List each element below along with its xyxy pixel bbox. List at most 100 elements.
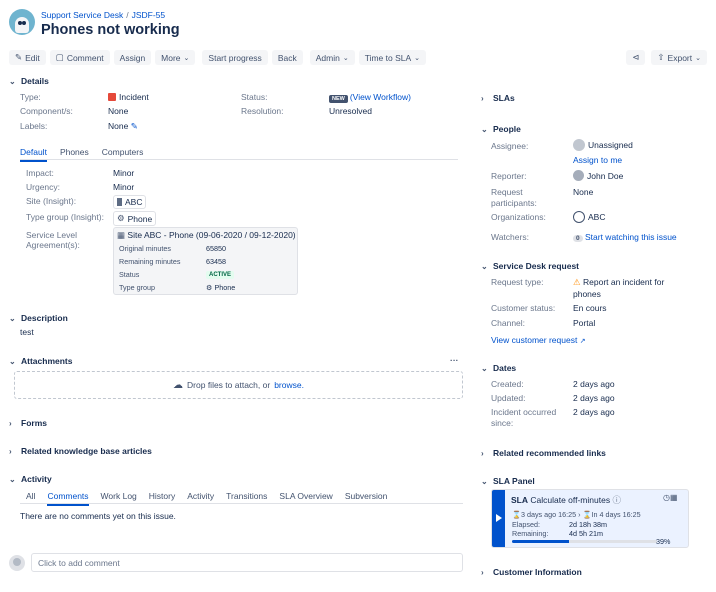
chevron-right-icon: › bbox=[9, 446, 12, 456]
start-watching-link[interactable]: Start watching this issue bbox=[585, 232, 677, 242]
description-text[interactable]: test bbox=[20, 327, 34, 337]
dates-section-header[interactable]: ⌄ Dates bbox=[481, 363, 516, 373]
kb-heading: Related knowledge base articles bbox=[21, 446, 152, 456]
admin-label: Admin bbox=[315, 52, 340, 63]
chevron-down-icon: ⌄ bbox=[414, 54, 421, 62]
site-value[interactable]: ABC bbox=[113, 195, 147, 209]
incident-icon bbox=[108, 93, 116, 101]
updated-value: 2 days ago bbox=[573, 393, 615, 403]
sla-agreements-label-2: Agreement(s): bbox=[26, 240, 80, 250]
browse-link[interactable]: browse. bbox=[274, 380, 304, 390]
people-section-header[interactable]: ⌄ People bbox=[481, 124, 521, 134]
people-heading: People bbox=[493, 124, 521, 134]
channel-label: Channel: bbox=[491, 318, 526, 328]
organizations-value[interactable]: ABC bbox=[573, 211, 605, 223]
labels-label: Labels: bbox=[20, 121, 48, 131]
chevron-down-icon: ⌄ bbox=[481, 124, 488, 134]
avatar-monster-body bbox=[15, 17, 29, 33]
attachments-more-button[interactable]: ··· bbox=[450, 355, 459, 365]
assign-button[interactable]: Assign bbox=[113, 50, 152, 65]
participants-label-1: Request bbox=[491, 187, 523, 197]
pencil-icon[interactable]: ✎ bbox=[131, 121, 138, 131]
time-to-sla-button[interactable]: Time to SLA ⌄ bbox=[358, 50, 427, 65]
breadcrumb-issue-link[interactable]: JSDF-55 bbox=[132, 10, 166, 20]
sla-panel-timeline: ⌛3 days ago 16:25 › ⌛In 4 days 16:25 bbox=[512, 510, 641, 519]
sla-panel-sla-label: SLA bbox=[511, 495, 528, 505]
recommended-links-section-header[interactable]: › Related recommended links bbox=[481, 448, 606, 458]
sla-panel-title: SLA Calculate off-minutes ⓘ bbox=[511, 494, 621, 506]
view-customer-request-text: View customer request bbox=[491, 335, 578, 345]
description-section-header[interactable]: ⌄ Description bbox=[9, 313, 68, 323]
request-type-line-2: phones bbox=[573, 289, 601, 299]
components-label: Component/s: bbox=[20, 106, 73, 116]
type-group-value[interactable]: ⚙ Phone bbox=[113, 211, 157, 226]
type-group-label: Type group (Insight): bbox=[26, 212, 104, 222]
warning-icon: ⚠ bbox=[573, 277, 581, 287]
share-button[interactable]: ⊲ bbox=[626, 50, 646, 65]
components-value[interactable]: None bbox=[108, 106, 128, 116]
sla-progress-bar bbox=[512, 540, 657, 543]
request-type-value[interactable]: ⚠ Report an incident for bbox=[573, 277, 664, 288]
customer-status-value: En cours bbox=[573, 303, 607, 313]
kb-section-header[interactable]: › Related knowledge base articles bbox=[9, 446, 152, 456]
status-value: NEW (View Workflow) bbox=[329, 92, 411, 103]
add-comment-input[interactable]: Click to add comment bbox=[31, 553, 463, 572]
participants-label-2: participants: bbox=[491, 198, 537, 208]
sla-panel-section-header[interactable]: ⌄ SLA Panel bbox=[481, 476, 535, 486]
assign-to-me-link[interactable]: Assign to me bbox=[573, 155, 622, 165]
edit-button[interactable]: ✎ Edit bbox=[9, 50, 46, 65]
organizations-label: Organizations: bbox=[491, 212, 546, 222]
export-button[interactable]: ⇧ Export ⌄ bbox=[651, 50, 707, 65]
service-desk-section-header[interactable]: ⌄ Service Desk request bbox=[481, 261, 579, 271]
more-label: More bbox=[161, 52, 181, 63]
sla-end-time: In 4 days 16:25 bbox=[591, 510, 641, 519]
site-chip[interactable]: ABC bbox=[113, 195, 147, 209]
back-button[interactable]: Back bbox=[271, 50, 303, 65]
chevron-down-icon: ⌄ bbox=[9, 356, 16, 366]
chevron-down-icon: ⌄ bbox=[481, 261, 488, 271]
sla-type-group-value[interactable]: ⚙ Phone bbox=[206, 283, 235, 292]
type-group-chip[interactable]: ⚙ Phone bbox=[113, 211, 157, 226]
activity-section-header[interactable]: ⌄ Activity bbox=[9, 474, 52, 484]
more-button[interactable]: More ⌄ bbox=[155, 50, 196, 65]
forms-section-header[interactable]: › Forms bbox=[9, 418, 47, 428]
sla-progress-fill bbox=[512, 540, 569, 543]
details-section-header[interactable]: ⌄ Details bbox=[9, 76, 49, 86]
watchers-value: 0 Start watching this issue bbox=[573, 232, 677, 242]
admin-button[interactable]: Admin ⌄ bbox=[309, 50, 355, 65]
play-icon bbox=[496, 514, 502, 522]
chevron-right-icon: › bbox=[481, 448, 484, 458]
activity-heading: Activity bbox=[21, 474, 52, 484]
calendar-icon[interactable]: ▦ bbox=[670, 493, 678, 502]
labels-value[interactable]: None ✎ bbox=[108, 121, 138, 132]
view-customer-request-link[interactable]: View customer request ↗ bbox=[491, 335, 586, 345]
labels-value-text: None bbox=[108, 121, 129, 131]
assignee-value[interactable]: Unassigned bbox=[573, 139, 633, 151]
info-icon[interactable]: ⓘ bbox=[612, 495, 621, 505]
assignee-text: Unassigned bbox=[588, 140, 633, 150]
breadcrumb-project-link[interactable]: Support Service Desk bbox=[41, 10, 123, 20]
customer-info-section-header[interactable]: › Customer Information bbox=[481, 567, 582, 577]
attachments-section-header[interactable]: ⌄ Attachments bbox=[9, 356, 72, 366]
start-progress-label: Start progress bbox=[208, 52, 262, 63]
project-avatar[interactable] bbox=[9, 9, 35, 35]
reporter-value[interactable]: John Doe bbox=[573, 170, 623, 181]
impact-value: Minor bbox=[113, 168, 135, 178]
gear-icon: ⚙ bbox=[117, 213, 125, 223]
view-workflow-link[interactable]: (View Workflow) bbox=[350, 92, 411, 102]
issue-title[interactable]: Phones not working bbox=[41, 22, 180, 38]
sla-panel-card[interactable]: SLA Calculate off-minutes ⓘ ◷▦ ⌛3 days a… bbox=[491, 489, 689, 548]
sla-type-group-label: Type group bbox=[119, 283, 155, 292]
sla-agreement-card[interactable]: ▦ Site ABC - Phone (09-06-2020 / 09-12-2… bbox=[113, 227, 298, 295]
attachment-dropzone[interactable]: ☁ Drop files to attach, or browse. bbox=[14, 371, 463, 399]
slas-section-header[interactable]: › SLAs bbox=[481, 93, 515, 103]
dates-heading: Dates bbox=[493, 363, 517, 373]
start-progress-button[interactable]: Start progress bbox=[202, 50, 268, 65]
sla-start-time: 3 days ago 16:25 bbox=[520, 510, 577, 519]
reporter-text: John Doe bbox=[587, 170, 624, 181]
breadcrumb-separator: / bbox=[126, 10, 129, 20]
participants-value[interactable]: None bbox=[573, 187, 593, 197]
details-heading: Details bbox=[21, 76, 49, 86]
comment-button[interactable]: ▢ Comment bbox=[49, 50, 110, 65]
clock-icon[interactable]: ◷ bbox=[663, 493, 670, 502]
